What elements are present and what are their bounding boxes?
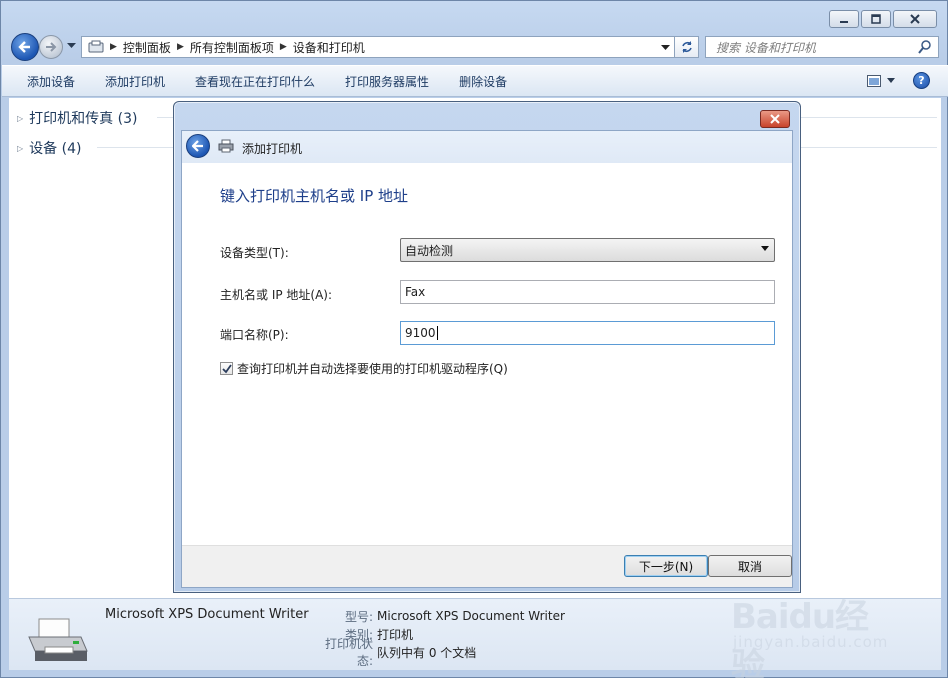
refresh-icon — [681, 41, 692, 53]
chevron-right-icon: ▶ — [279, 42, 287, 52]
window-controls — [829, 10, 937, 28]
device-type-label: 设备类型(T): — [220, 246, 289, 260]
add-printer-dialog: 添加打印机 键入打印机主机名或 IP 地址 设备类型(T): 自动检测 主机名或… — [173, 101, 801, 593]
search-icon[interactable] — [918, 40, 932, 54]
chevron-right-icon: ▶ — [176, 42, 184, 52]
arrow-left-icon — [18, 41, 30, 53]
dialog-body: 添加打印机 键入打印机主机名或 IP 地址 设备类型(T): 自动检测 主机名或… — [181, 130, 793, 588]
breadcrumb-item[interactable]: 控制面板 — [123, 39, 171, 56]
control-panel-icon — [88, 40, 104, 53]
minimize-icon — [840, 21, 848, 23]
view-options-button[interactable] — [867, 74, 895, 87]
back-button[interactable] — [11, 33, 39, 61]
close-icon — [770, 114, 780, 124]
dialog-header: 添加打印机 — [182, 131, 792, 163]
hostname-input[interactable]: Fax — [400, 280, 775, 304]
view-icon — [867, 74, 881, 87]
breadcrumb-item[interactable]: 设备和打印机 — [293, 39, 365, 56]
recent-pages-dropdown-icon[interactable] — [67, 43, 76, 49]
port-name-value: 9100 — [405, 326, 436, 340]
explorer-window: ▶ 控制面板 ▶ 所有控制面板项 ▶ 设备和打印机 搜索 设备和打印机 添加设备… — [0, 0, 948, 678]
address-dropdown-icon[interactable] — [661, 40, 670, 54]
port-name-label: 端口名称(P): — [220, 328, 289, 342]
close-icon — [910, 14, 920, 24]
expand-triangle-icon: ▷ — [17, 143, 24, 153]
breadcrumb-item[interactable]: 所有控制面板项 — [190, 39, 274, 56]
expand-triangle-icon: ▷ — [17, 113, 24, 123]
printer-icon — [28, 618, 88, 661]
group-printers-and-faxes[interactable]: ▷ 打印机和传真 (3) — [17, 108, 137, 128]
dialog-title: 添加打印机 — [242, 142, 303, 156]
print-server-properties-button[interactable]: 打印服务器属性 — [330, 73, 444, 90]
next-button[interactable]: 下一步(N) — [624, 555, 708, 577]
hostname-value: Fax — [405, 285, 426, 299]
chevron-down-icon — [761, 246, 769, 251]
dialog-heading: 键入打印机主机名或 IP 地址 — [220, 187, 409, 205]
property-value: 打印机 — [377, 627, 414, 642]
checkmark-icon — [221, 363, 232, 373]
window-close-button[interactable] — [893, 10, 937, 28]
help-icon[interactable]: ? — [913, 72, 930, 89]
group-label: 设备 (4) — [29, 141, 82, 157]
device-name: Microsoft XPS Document Writer — [105, 607, 309, 622]
watermark: Baidu经验 jingyan.baidu.com — [725, 589, 895, 678]
group-devices[interactable]: ▷ 设备 (4) — [17, 138, 81, 158]
group-label: 打印机和传真 (3) — [29, 111, 138, 127]
add-device-button[interactable]: 添加设备 — [12, 73, 90, 90]
device-type-select[interactable]: 自动检测 — [400, 238, 775, 262]
remove-device-button[interactable]: 删除设备 — [444, 73, 522, 90]
address-bar[interactable]: ▶ 控制面板 ▶ 所有控制面板项 ▶ 设备和打印机 — [81, 36, 675, 58]
port-name-input[interactable]: 9100 — [400, 321, 775, 345]
property-row: 型号: Microsoft XPS Document Writer — [309, 607, 565, 625]
printer-icon — [218, 139, 234, 153]
property-key: 打印机状态: — [324, 637, 373, 668]
device-type-value: 自动检测 — [405, 243, 454, 258]
watermark-url: jingyan.baidu.com — [733, 633, 889, 651]
see-whats-printing-button[interactable]: 查看现在正在打印什么 — [180, 73, 330, 90]
property-key: 型号: — [344, 609, 373, 624]
forward-button[interactable] — [39, 35, 63, 59]
search-input[interactable]: 搜索 设备和打印机 — [705, 36, 939, 58]
chevron-down-icon — [887, 78, 895, 83]
property-row: 打印机状态: 队列中有 0 个文档 — [309, 637, 565, 668]
property-value: Microsoft XPS Document Writer — [377, 609, 565, 623]
search-placeholder: 搜索 设备和打印机 — [716, 40, 816, 55]
query-printer-checkbox[interactable]: 查询打印机并自动选择要使用的打印机驱动程序(Q) — [220, 360, 508, 377]
dialog-close-button[interactable] — [760, 110, 790, 128]
checkbox-label: 查询打印机并自动选择要使用的打印机驱动程序(Q) — [237, 362, 508, 376]
add-printer-button[interactable]: 添加打印机 — [90, 73, 180, 90]
arrow-left-icon — [192, 140, 203, 152]
dialog-back-button[interactable] — [186, 134, 210, 158]
maximize-button[interactable] — [861, 10, 891, 28]
navigation-bar: ▶ 控制面板 ▶ 所有控制面板项 ▶ 设备和打印机 搜索 设备和打印机 — [9, 33, 941, 61]
command-toolbar: 添加设备 添加打印机 查看现在正在打印什么 打印服务器属性 删除设备 ? — [2, 65, 948, 97]
refresh-button[interactable] — [675, 36, 699, 58]
chevron-right-icon: ▶ — [110, 42, 117, 52]
cancel-button[interactable]: 取消 — [708, 555, 792, 577]
checkbox-box[interactable] — [220, 362, 233, 375]
maximize-icon — [871, 14, 881, 24]
hostname-label: 主机名或 IP 地址(A): — [220, 288, 333, 302]
arrow-right-icon — [46, 42, 57, 52]
toolbar-right: ? — [867, 72, 930, 89]
text-caret — [436, 326, 438, 340]
minimize-button[interactable] — [829, 10, 859, 28]
dialog-footer: 下一步(N) 取消 — [182, 545, 792, 587]
property-value: 队列中有 0 个文档 — [377, 645, 477, 660]
device-properties: 型号: Microsoft XPS Document Writer 类别: 打印… — [309, 607, 565, 668]
